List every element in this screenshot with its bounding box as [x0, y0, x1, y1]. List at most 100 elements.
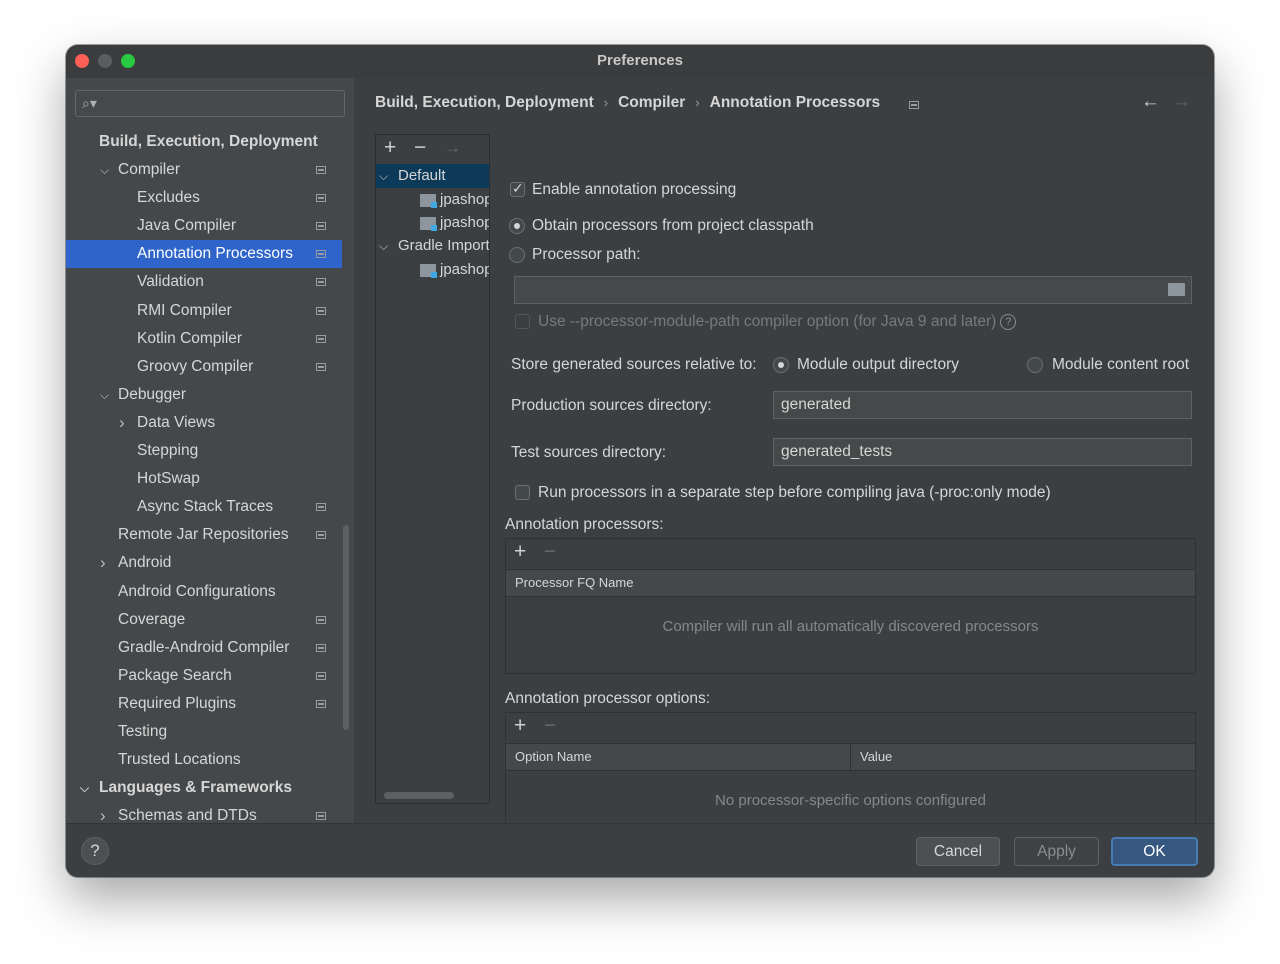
chevron-down-icon[interactable]: ⌵	[100, 156, 109, 184]
sidebar-item-stepping[interactable]: Stepping	[66, 437, 342, 465]
cancel-button[interactable]: Cancel	[916, 837, 1000, 866]
sidebar-item-trusted-locations[interactable]: Trusted Locations	[66, 746, 342, 774]
sidebar-item-package-search[interactable]: Package Search	[66, 662, 342, 690]
add-processor-icon[interactable]: +	[514, 540, 526, 564]
sidebar-item-label: Stepping	[137, 442, 199, 460]
annotation-processors-label: Annotation processors:	[505, 516, 664, 533]
processors-table-header: Processor FQ Name	[506, 569, 1195, 597]
profile-list-item[interactable]: ⌵ Default	[376, 164, 489, 188]
settings-search-input[interactable]: ⌕▾	[75, 90, 345, 117]
profile-list-item[interactable]: jpashop	[376, 258, 489, 282]
apply-button: Apply	[1014, 837, 1099, 866]
sidebar-item-compiler[interactable]: ⌵ Compiler	[66, 156, 342, 184]
sidebar-item-label: Remote Jar Repositories	[118, 526, 289, 544]
sidebar-item-excludes[interactable]: Excludes	[66, 184, 342, 212]
chevron-down-icon[interactable]: ⌵	[80, 774, 89, 802]
sidebar-item-validation[interactable]: Validation	[66, 268, 342, 296]
processor-fq-name-column-header[interactable]: Processor FQ Name	[506, 570, 1195, 596]
sidebar-item-annotation-processors[interactable]: Annotation Processors	[66, 240, 342, 269]
sidebar-item-kotlin-compiler[interactable]: Kotlin Compiler	[66, 325, 342, 353]
module-content-root-radio[interactable]	[1027, 357, 1043, 373]
add-option-icon[interactable]: +	[514, 714, 526, 738]
module-output-directory-label: Module output directory	[797, 356, 959, 373]
sidebar-item-label: Android	[118, 554, 172, 572]
annotation-processors-table: + − Processor FQ Name Compiler will run …	[505, 538, 1196, 674]
sidebar-item-groovy-compiler[interactable]: Groovy Compiler	[66, 353, 342, 381]
obtain-from-classpath-radio[interactable]	[509, 218, 525, 234]
chevron-right-icon[interactable]: ›	[100, 549, 106, 577]
project-scope-icon	[316, 615, 326, 624]
back-arrow-icon[interactable]: ←	[1141, 91, 1160, 113]
remove-profile-icon[interactable]: −	[414, 136, 426, 160]
help-icon[interactable]: ?	[1000, 314, 1017, 330]
sidebar-item-label: Debugger	[118, 385, 187, 403]
profile-list-item[interactable]: jpashop	[376, 188, 489, 212]
chevron-down-icon[interactable]: ⌵	[379, 164, 388, 188]
breadcrumb-item[interactable]: Build, Execution, Deployment	[375, 94, 594, 112]
profile-item-label: jpashop	[440, 261, 490, 278]
option-name-column-header[interactable]: Option Name	[506, 744, 850, 770]
project-scope-icon	[316, 250, 326, 259]
folder-open-icon[interactable]	[1168, 283, 1185, 296]
test-sources-input[interactable]: generated_tests	[773, 438, 1192, 466]
run-separate-step-label: Run processors in a separate step before…	[538, 484, 1051, 501]
sidebar-item-label: Java Compiler	[137, 217, 237, 235]
sidebar-item-required-plugins[interactable]: Required Plugins	[66, 690, 342, 718]
use-module-path-label: Use --processor-module-path compiler opt…	[538, 313, 1017, 331]
breadcrumb-item[interactable]: Compiler	[618, 94, 685, 112]
module-folder-icon	[420, 217, 437, 231]
value-column-header[interactable]: Value	[850, 744, 1195, 770]
project-scope-icon	[316, 362, 326, 371]
sidebar-item-languages-frameworks[interactable]: ⌵ Languages & Frameworks	[66, 774, 342, 802]
obtain-from-classpath-label: Obtain processors from project classpath	[532, 217, 814, 234]
breadcrumb-separator-icon: ›	[695, 95, 700, 110]
sidebar-scrollbar[interactable]	[343, 525, 349, 730]
profiles-horizontal-scrollbar[interactable]	[384, 792, 454, 799]
sidebar-item-gradle-android-compiler[interactable]: Gradle-Android Compiler	[66, 634, 342, 662]
project-scope-icon	[316, 194, 326, 203]
profile-item-label: jpashop	[440, 191, 490, 208]
profile-list-item[interactable]: ⌵ Gradle Imported	[376, 234, 489, 258]
project-scope-icon	[316, 166, 326, 175]
run-separate-step-checkbox[interactable]	[515, 485, 530, 500]
sidebar-item-async-stack-traces[interactable]: Async Stack Traces	[66, 493, 342, 521]
enable-annotation-processing-checkbox[interactable]	[510, 180, 525, 197]
sidebar-item-coverage[interactable]: Coverage	[66, 606, 342, 634]
profile-item-label: jpashop	[440, 214, 490, 231]
chevron-down-icon[interactable]: ⌵	[379, 234, 388, 258]
chevron-down-icon[interactable]: ⌵	[100, 381, 109, 409]
module-output-directory-radio[interactable]	[773, 357, 789, 373]
processor-path-radio[interactable]	[509, 247, 525, 263]
sidebar-item-android[interactable]: › Android	[66, 549, 342, 577]
sidebar-item-data-views[interactable]: › Data Views	[66, 409, 342, 437]
sidebar-item-label: Excludes	[137, 189, 200, 207]
project-scope-icon	[316, 812, 326, 821]
sidebar-item-remote-jar-repositories[interactable]: Remote Jar Repositories	[66, 521, 342, 549]
project-scope-icon	[316, 278, 326, 287]
project-scope-icon	[316, 503, 326, 512]
production-sources-input[interactable]: generated	[773, 391, 1192, 419]
processor-profiles-list: + − → ⌵ Default jpashop jpashop ⌵ Gradle Impo…	[375, 134, 490, 804]
sidebar-item-build-execution-deployment[interactable]: Build, Execution, Deployment	[66, 128, 342, 156]
profile-list-item[interactable]: jpashop	[376, 211, 489, 235]
sidebar-item-testing[interactable]: Testing	[66, 718, 342, 746]
enable-annotation-processing-label: Enable annotation processing	[532, 181, 737, 198]
sidebar-item-label: HotSwap	[137, 470, 200, 488]
sidebar-item-hotswap[interactable]: HotSwap	[66, 465, 342, 493]
chevron-right-icon[interactable]: ›	[119, 409, 125, 437]
use-module-path-checkbox	[515, 314, 530, 329]
project-scope-icon	[316, 531, 326, 540]
sidebar-item-debugger[interactable]: ⌵ Debugger	[66, 381, 342, 409]
profiles-toolbar: + − →	[376, 135, 489, 163]
production-sources-label: Production sources directory:	[511, 397, 712, 414]
sidebar-item-java-compiler[interactable]: Java Compiler	[66, 212, 342, 240]
processor-path-input[interactable]	[514, 276, 1192, 304]
help-button[interactable]: ?	[81, 837, 109, 865]
sidebar-item-android-configurations[interactable]: Android Configurations	[66, 578, 342, 606]
sidebar-item-rmi-compiler[interactable]: RMI Compiler	[66, 297, 342, 325]
ok-button[interactable]: OK	[1111, 837, 1198, 866]
add-profile-icon[interactable]: +	[384, 136, 396, 160]
window-title: Preferences	[597, 52, 683, 69]
dialog-footer: ? Cancel Apply OK	[66, 823, 1214, 877]
sidebar-item-label: Required Plugins	[118, 694, 237, 712]
